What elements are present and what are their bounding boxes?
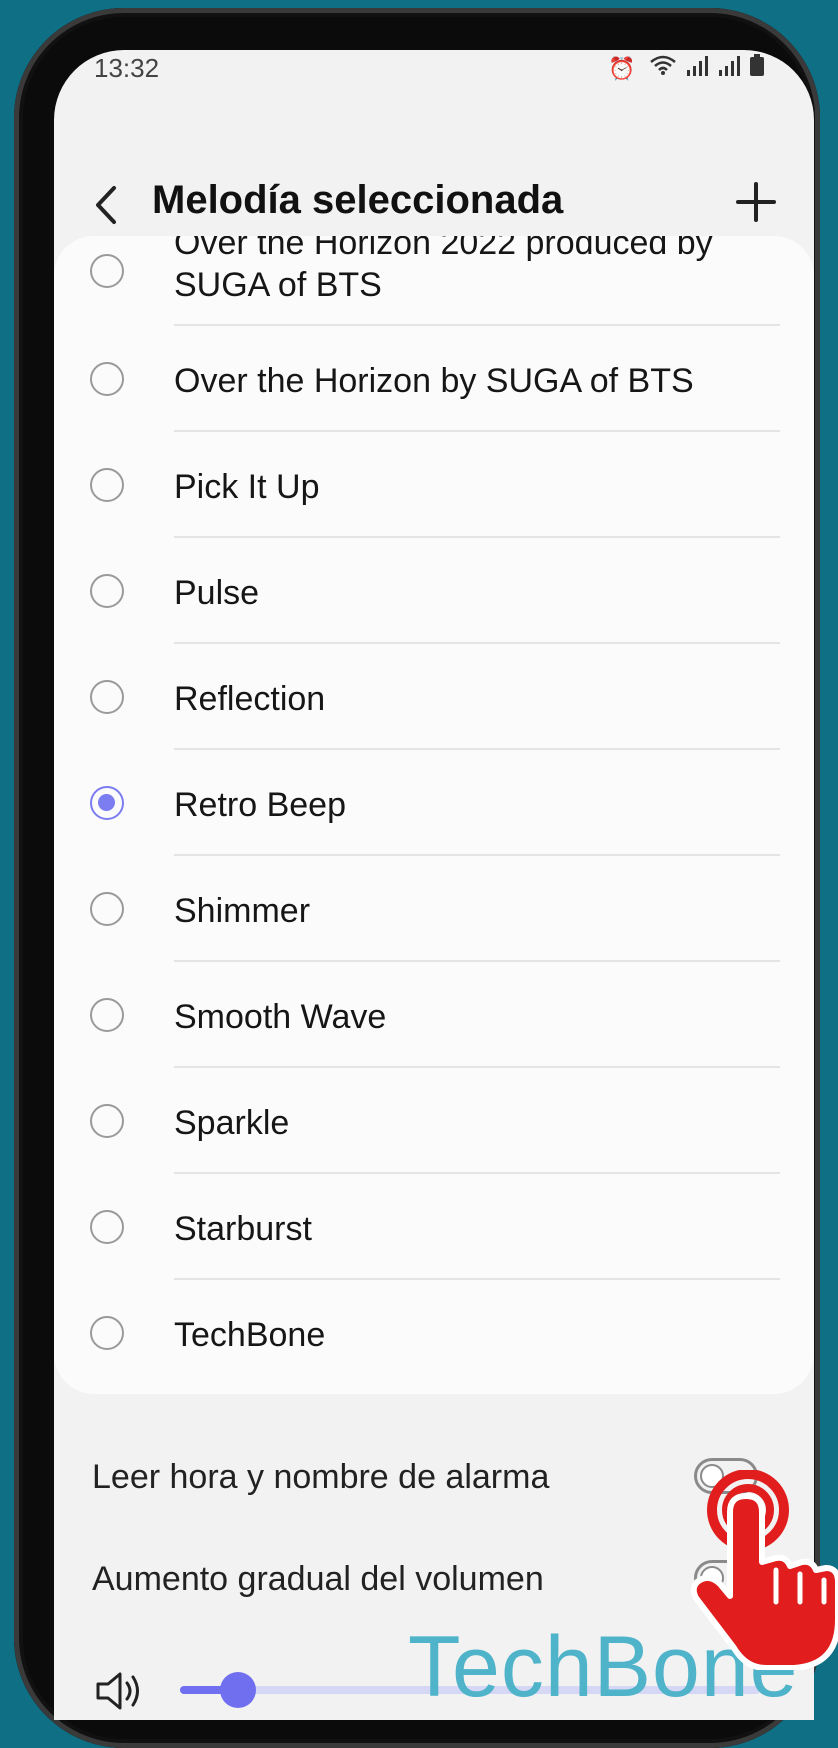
back-button[interactable] xyxy=(82,180,132,230)
list-item[interactable]: TechBone xyxy=(54,1280,814,1386)
radio-button[interactable] xyxy=(90,574,124,608)
list-item[interactable]: Over the Horizon 2022 produced by SUGA o… xyxy=(54,236,814,326)
chevron-left-icon xyxy=(96,186,116,224)
battery-icon xyxy=(750,54,764,81)
list-item[interactable]: Smooth Wave xyxy=(54,962,814,1068)
melody-label: Smooth Wave xyxy=(174,998,387,1036)
melody-label: Pulse xyxy=(174,574,260,612)
tap-hand-icon xyxy=(690,1470,838,1670)
list-item[interactable]: Sparkle xyxy=(54,1068,814,1174)
melody-label: Starburst xyxy=(174,1210,312,1248)
list-item[interactable]: Over the Horizon by SUGA of BTS xyxy=(54,326,814,432)
alarm-icon: ⏰ xyxy=(608,56,640,81)
volume-slider-thumb[interactable] xyxy=(220,1672,256,1708)
radio-button-selected[interactable] xyxy=(90,786,124,820)
melody-label: Over the Horizon by SUGA of BTS xyxy=(174,362,694,400)
list-item-selected[interactable]: Retro Beep xyxy=(54,750,814,856)
gradual-volume-setting-label: Aumento gradual del volumen xyxy=(92,1560,544,1598)
radio-button[interactable] xyxy=(90,468,124,502)
list-item[interactable]: Starburst xyxy=(54,1174,814,1280)
signal-icon xyxy=(686,56,718,81)
read-alarm-setting-label: Leer hora y nombre de alarma xyxy=(92,1458,550,1496)
melody-label: Retro Beep xyxy=(174,786,346,824)
radio-button[interactable] xyxy=(90,362,124,396)
melody-label: Reflection xyxy=(174,680,326,718)
add-button[interactable] xyxy=(728,174,784,230)
radio-button[interactable] xyxy=(90,1316,124,1350)
speaker-icon xyxy=(96,1672,139,1710)
list-item[interactable]: Reflection xyxy=(54,644,814,750)
radio-button[interactable] xyxy=(90,1104,124,1138)
radio-button[interactable] xyxy=(90,1210,124,1244)
list-item[interactable]: Pulse xyxy=(54,538,814,644)
melody-label: Sparkle xyxy=(174,1104,290,1142)
status-time: 13:32 xyxy=(94,53,160,83)
melody-label: Shimmer xyxy=(174,892,311,930)
melody-label: Over the Horizon 2022 produced by SUGA o… xyxy=(174,236,713,304)
list-item[interactable]: Pick It Up xyxy=(54,432,814,538)
radio-button[interactable] xyxy=(90,254,124,288)
radio-button[interactable] xyxy=(90,998,124,1032)
page-title: Melodía seleccionada xyxy=(152,178,564,222)
status-bar: 13:32 ⏰ xyxy=(54,50,814,120)
plus-icon xyxy=(736,182,776,222)
status-icons: ⏰ xyxy=(608,54,764,82)
melody-list-card: Over the Horizon 2022 produced by SUGA o… xyxy=(54,236,814,1394)
list-item[interactable]: Shimmer xyxy=(54,856,814,962)
radio-button[interactable] xyxy=(90,680,124,714)
melody-label: TechBone xyxy=(174,1316,326,1354)
wifi-icon xyxy=(649,55,686,81)
signal-icon xyxy=(718,56,750,81)
melody-label: Pick It Up xyxy=(174,468,320,506)
radio-button[interactable] xyxy=(90,892,124,926)
